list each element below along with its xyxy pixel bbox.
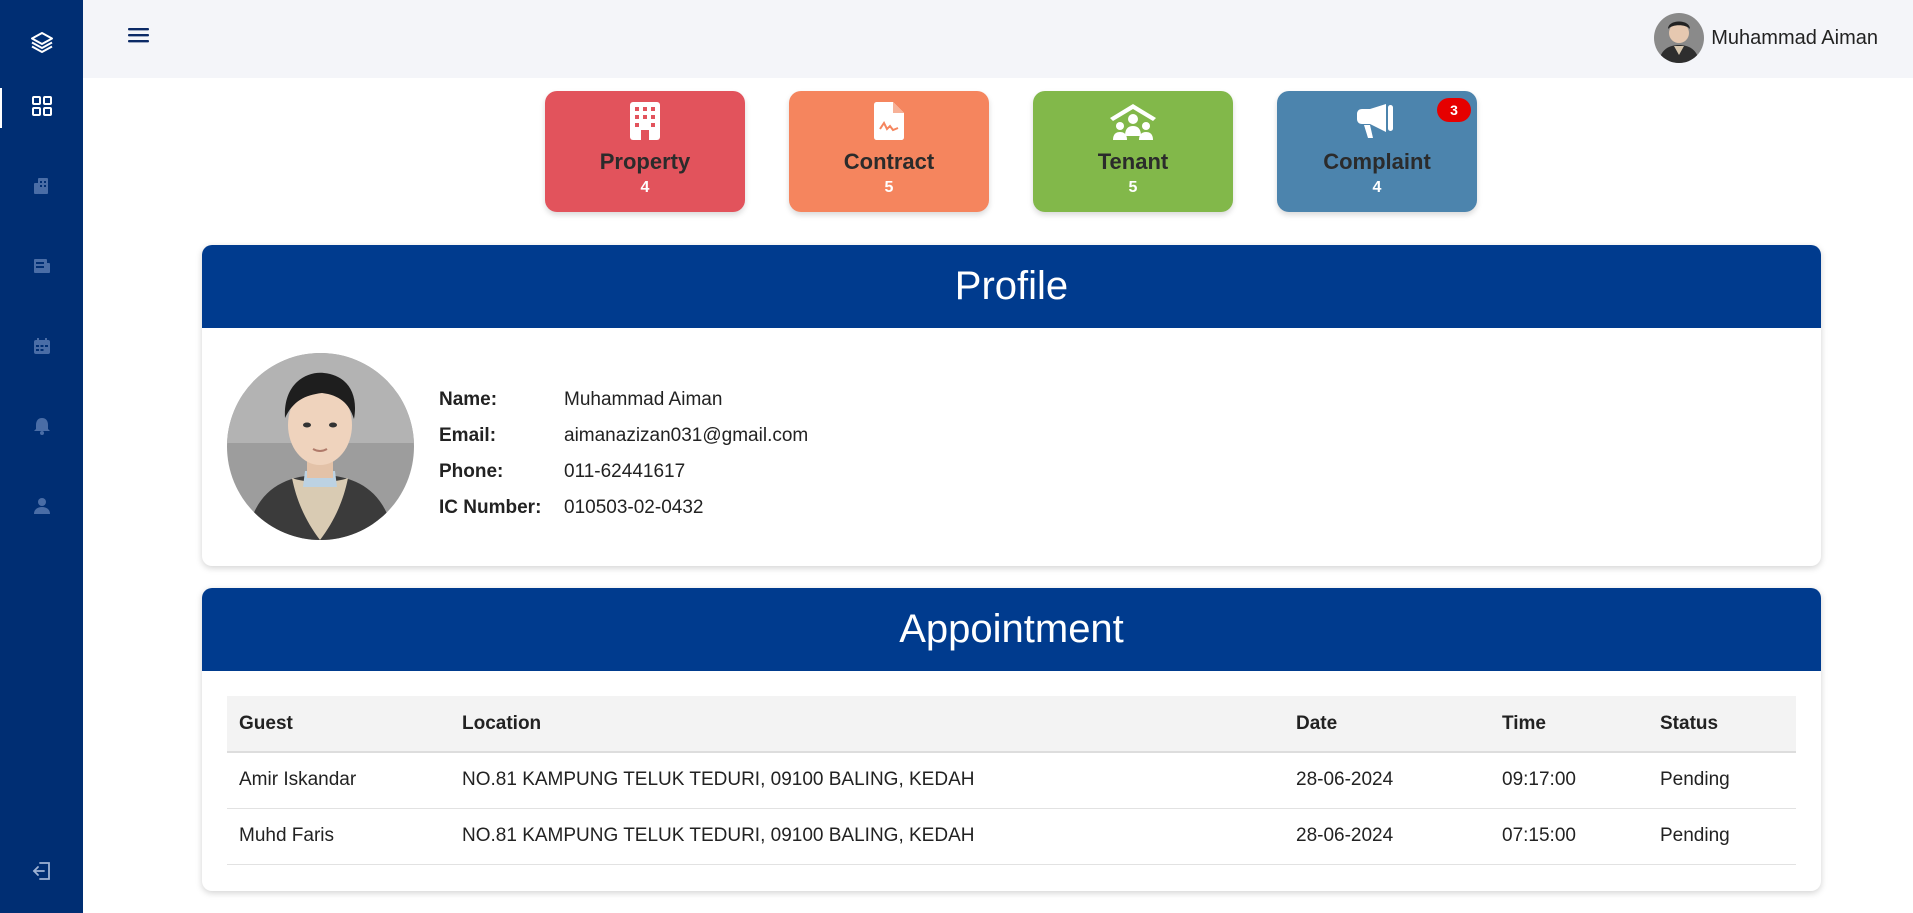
table-header-row: Guest Location Date Time Status [227, 696, 1796, 753]
stat-count: 4 [1372, 179, 1382, 196]
column-header: Status [1648, 696, 1796, 753]
time-cell: 09:17:00 [1490, 752, 1648, 809]
tenant-group-icon [1108, 101, 1158, 141]
sidebar-item-profile[interactable] [0, 468, 83, 548]
field-value: aimanazizan031@gmail.com [564, 425, 809, 446]
column-header: Guest [227, 696, 450, 753]
megaphone-icon [1356, 101, 1398, 141]
profile-info: Name: Muhammad Aiman Email: aimanazizan0… [439, 382, 808, 526]
profile-ic-row: IC Number: 010503-02-0432 [439, 490, 808, 526]
sidebar-nav [0, 68, 83, 548]
appointment-table: Guest Location Date Time Status Amir Isk… [227, 696, 1796, 865]
profile-email-row: Email: aimanazizan031@gmail.com [439, 418, 808, 454]
appointment-title: Appointment [202, 588, 1821, 671]
field-value: Muhammad Aiman [564, 389, 723, 410]
stat-label: Complaint [1323, 149, 1431, 174]
building-icon [630, 101, 660, 141]
sidebar [0, 0, 83, 913]
field-value: 010503-02-0432 [564, 497, 704, 518]
stat-card-property[interactable]: Property 4 [545, 91, 745, 212]
dashboard-grid-icon [31, 95, 53, 122]
profile-phone-row: Phone: 011-62441617 [439, 454, 808, 490]
status-cell: Pending [1648, 808, 1796, 865]
user-menu[interactable]: Muhammad Aiman [1654, 13, 1878, 63]
notification-badge: 3 [1437, 98, 1471, 122]
profile-name-row: Name: Muhammad Aiman [439, 382, 808, 418]
sidebar-item-dashboard[interactable] [0, 68, 83, 148]
date-cell: 28-06-2024 [1284, 752, 1490, 809]
guest-cell: Muhd Faris [227, 808, 450, 865]
calendar-icon [33, 337, 51, 360]
layers-icon[interactable] [28, 28, 56, 56]
table-row[interactable]: Muhd Faris NO.81 KAMPUNG TELUK TEDURI, 0… [227, 808, 1796, 865]
bell-icon [32, 417, 52, 440]
field-label: IC Number: [439, 497, 542, 518]
stat-card-complaint[interactable]: 3 Complaint 4 [1277, 91, 1477, 212]
location-cell: NO.81 KAMPUNG TELUK TEDURI, 09100 BALING… [450, 808, 1284, 865]
document-icon [33, 257, 51, 280]
location-cell: NO.81 KAMPUNG TELUK TEDURI, 09100 BALING… [450, 752, 1284, 809]
column-header: Location [450, 696, 1284, 753]
time-cell: 07:15:00 [1490, 808, 1648, 865]
stat-card-tenant[interactable]: Tenant 5 [1033, 91, 1233, 212]
status-cell: Pending [1648, 752, 1796, 809]
user-icon [33, 497, 51, 520]
profile-body: Name: Muhammad Aiman Email: aimanazizan0… [202, 328, 1821, 566]
date-cell: 28-06-2024 [1284, 808, 1490, 865]
logout-icon [31, 860, 53, 887]
profile-title: Profile [202, 245, 1821, 328]
sidebar-item-notifications[interactable] [0, 388, 83, 468]
column-header: Date [1284, 696, 1490, 753]
table-row[interactable]: Amir Iskandar NO.81 KAMPUNG TELUK TEDURI… [227, 752, 1796, 809]
guest-cell: Amir Iskandar [227, 752, 450, 809]
sidebar-item-property[interactable] [0, 148, 83, 228]
contract-icon [874, 101, 904, 141]
avatar [1654, 13, 1705, 63]
stat-label: Tenant [1097, 149, 1169, 174]
field-value: 011-62441617 [564, 461, 686, 482]
logout-button[interactable] [0, 860, 83, 887]
profile-photo [227, 353, 414, 540]
stat-card-contract[interactable]: Contract 5 [789, 91, 989, 212]
hamburger-icon[interactable] [127, 24, 151, 46]
column-header: Time [1490, 696, 1648, 753]
appointment-panel: Appointment Guest Location Date Time Sta… [202, 588, 1821, 891]
stat-label: Property [599, 149, 691, 174]
field-label: Name: [439, 389, 498, 410]
topbar: Muhammad Aiman [83, 0, 1913, 78]
stat-count: 5 [884, 179, 894, 196]
stat-count: 4 [640, 179, 650, 196]
profile-panel: Profile Name: Muhammad Aiman Email: aima… [202, 245, 1821, 566]
stat-count: 5 [1128, 179, 1138, 196]
field-label: Phone: [439, 461, 504, 482]
stat-cards: Property 4 Contract 5 Tenant 5 3 Complai… [545, 91, 1477, 212]
building-icon [33, 177, 51, 200]
sidebar-item-appointment[interactable] [0, 308, 83, 388]
sidebar-item-contract[interactable] [0, 228, 83, 308]
user-name: Muhammad Aiman [1711, 26, 1878, 49]
stat-label: Contract [843, 149, 935, 174]
field-label: Email: [439, 425, 497, 446]
